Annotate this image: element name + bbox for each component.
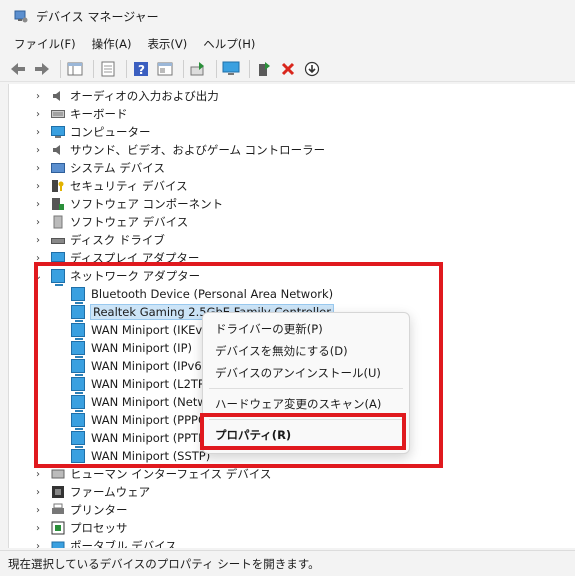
tree-category-disk-drives[interactable]: › ディスク ドライブ (33, 231, 165, 249)
tree-label: ソフトウェア デバイス (70, 215, 189, 229)
show-hide-tree-icon[interactable] (65, 59, 85, 79)
tree-label: コンピューター (70, 125, 151, 139)
svg-text:?: ? (138, 63, 145, 77)
tree-category-printer[interactable]: › プリンター (33, 501, 128, 519)
computer-icon (51, 125, 65, 139)
tree-category-software-components[interactable]: › ソフトウェア コンポーネント (33, 195, 223, 213)
speaker-icon (51, 143, 65, 157)
title-bar: デバイス マネージャー (0, 0, 575, 32)
help-icon[interactable]: ? (131, 59, 151, 79)
tree-label: ファームウェア (70, 485, 151, 499)
status-bar: 現在選択しているデバイスのプロパティ シートを開きます。 (0, 550, 575, 576)
tree-category-security[interactable]: › セキュリティ デバイス (33, 177, 188, 195)
chevron-right-icon[interactable]: › (33, 109, 43, 120)
device-manager-icon (14, 9, 28, 23)
tree-label: オーディオの入力および出力 (70, 89, 219, 103)
chevron-right-icon[interactable]: › (33, 91, 43, 102)
chevron-right-icon[interactable]: › (33, 181, 43, 192)
tree-label: サウンド、ビデオ、およびゲーム コントローラー (70, 143, 326, 157)
toolbar-divider (126, 59, 127, 78)
tree-label: ポータブル デバイス (70, 539, 177, 548)
tree-label: ディスク ドライブ (70, 233, 165, 247)
toolbar-divider (60, 59, 61, 78)
tree-category-keyboard[interactable]: › キーボード (33, 105, 128, 123)
key-icon (51, 179, 65, 193)
chevron-right-icon[interactable]: › (33, 235, 43, 246)
chevron-right-icon[interactable]: › (33, 145, 43, 156)
highlight-properties-box (200, 413, 406, 450)
disk-icon (51, 233, 65, 247)
tree-category-system[interactable]: › システム デバイス (33, 159, 165, 177)
download-icon[interactable] (302, 59, 322, 79)
chevron-right-icon[interactable]: › (33, 127, 43, 138)
portable-icon (51, 539, 65, 548)
toolbar-divider (216, 59, 217, 78)
menu-help[interactable]: ヘルプ(H) (203, 36, 255, 52)
printer-icon (51, 503, 65, 517)
tree-category-processor[interactable]: › プロセッサ (33, 519, 128, 537)
processor-icon (51, 521, 65, 535)
system-icon (51, 161, 65, 175)
tree-category-firmware[interactable]: › ファームウェア (33, 483, 150, 501)
chevron-right-icon[interactable]: › (33, 199, 43, 210)
menu-file[interactable]: ファイル(F) (14, 36, 76, 52)
chevron-right-icon[interactable]: › (33, 505, 43, 516)
toolbar-divider (249, 59, 250, 78)
firmware-icon (51, 485, 65, 499)
tree-label: プリンター (70, 503, 128, 517)
tree-label: セキュリティ デバイス (70, 179, 188, 193)
update-driver-icon[interactable] (254, 59, 274, 79)
menu-action[interactable]: 操作(A) (92, 36, 132, 52)
uninstall-icon[interactable] (278, 59, 298, 79)
scan-hardware-icon[interactable] (188, 59, 208, 79)
keyboard-icon (51, 107, 65, 121)
hid-icon (51, 467, 65, 481)
tree-label: キーボード (70, 107, 128, 121)
tree-label: プロセッサ (70, 521, 128, 535)
toolbar-divider (93, 59, 94, 78)
tree-category-audio[interactable]: › オーディオの入力および出力 (33, 87, 219, 105)
menu-bar: ファイル(F) 操作(A) 表示(V) ヘルプ(H) (0, 33, 575, 55)
back-icon[interactable] (8, 59, 28, 79)
component-icon (51, 197, 65, 211)
chevron-right-icon[interactable]: › (33, 487, 43, 498)
chevron-right-icon[interactable]: › (33, 541, 43, 549)
chevron-right-icon[interactable]: › (33, 469, 43, 480)
tree-label: システム デバイス (70, 161, 165, 175)
tree-label: ソフトウェア コンポーネント (70, 197, 224, 211)
tree-label: ヒューマン インターフェイス デバイス (70, 467, 272, 481)
window-title: デバイス マネージャー (36, 9, 159, 24)
device-icon (51, 215, 65, 229)
view-icon[interactable] (155, 59, 175, 79)
chevron-right-icon[interactable]: › (33, 163, 43, 174)
forward-icon[interactable] (32, 59, 52, 79)
toolbar-divider (183, 59, 184, 78)
status-text: 現在選択しているデバイスのプロパティ シートを開きます。 (8, 556, 320, 571)
tree-category-portable[interactable]: › ポータブル デバイス (33, 537, 177, 548)
properties-icon[interactable] (98, 59, 118, 79)
toolbar: ? (0, 56, 575, 82)
chevron-right-icon[interactable]: › (33, 217, 43, 228)
tree-category-computer[interactable]: › コンピューター (33, 123, 151, 141)
tree-category-sound[interactable]: › サウンド、ビデオ、およびゲーム コントローラー (33, 141, 325, 159)
speaker-icon (51, 89, 65, 103)
tree-category-software-devices[interactable]: › ソフトウェア デバイス (33, 213, 188, 231)
chevron-right-icon[interactable]: › (33, 523, 43, 534)
monitor-icon[interactable] (221, 59, 241, 79)
menu-view[interactable]: 表示(V) (147, 36, 187, 52)
